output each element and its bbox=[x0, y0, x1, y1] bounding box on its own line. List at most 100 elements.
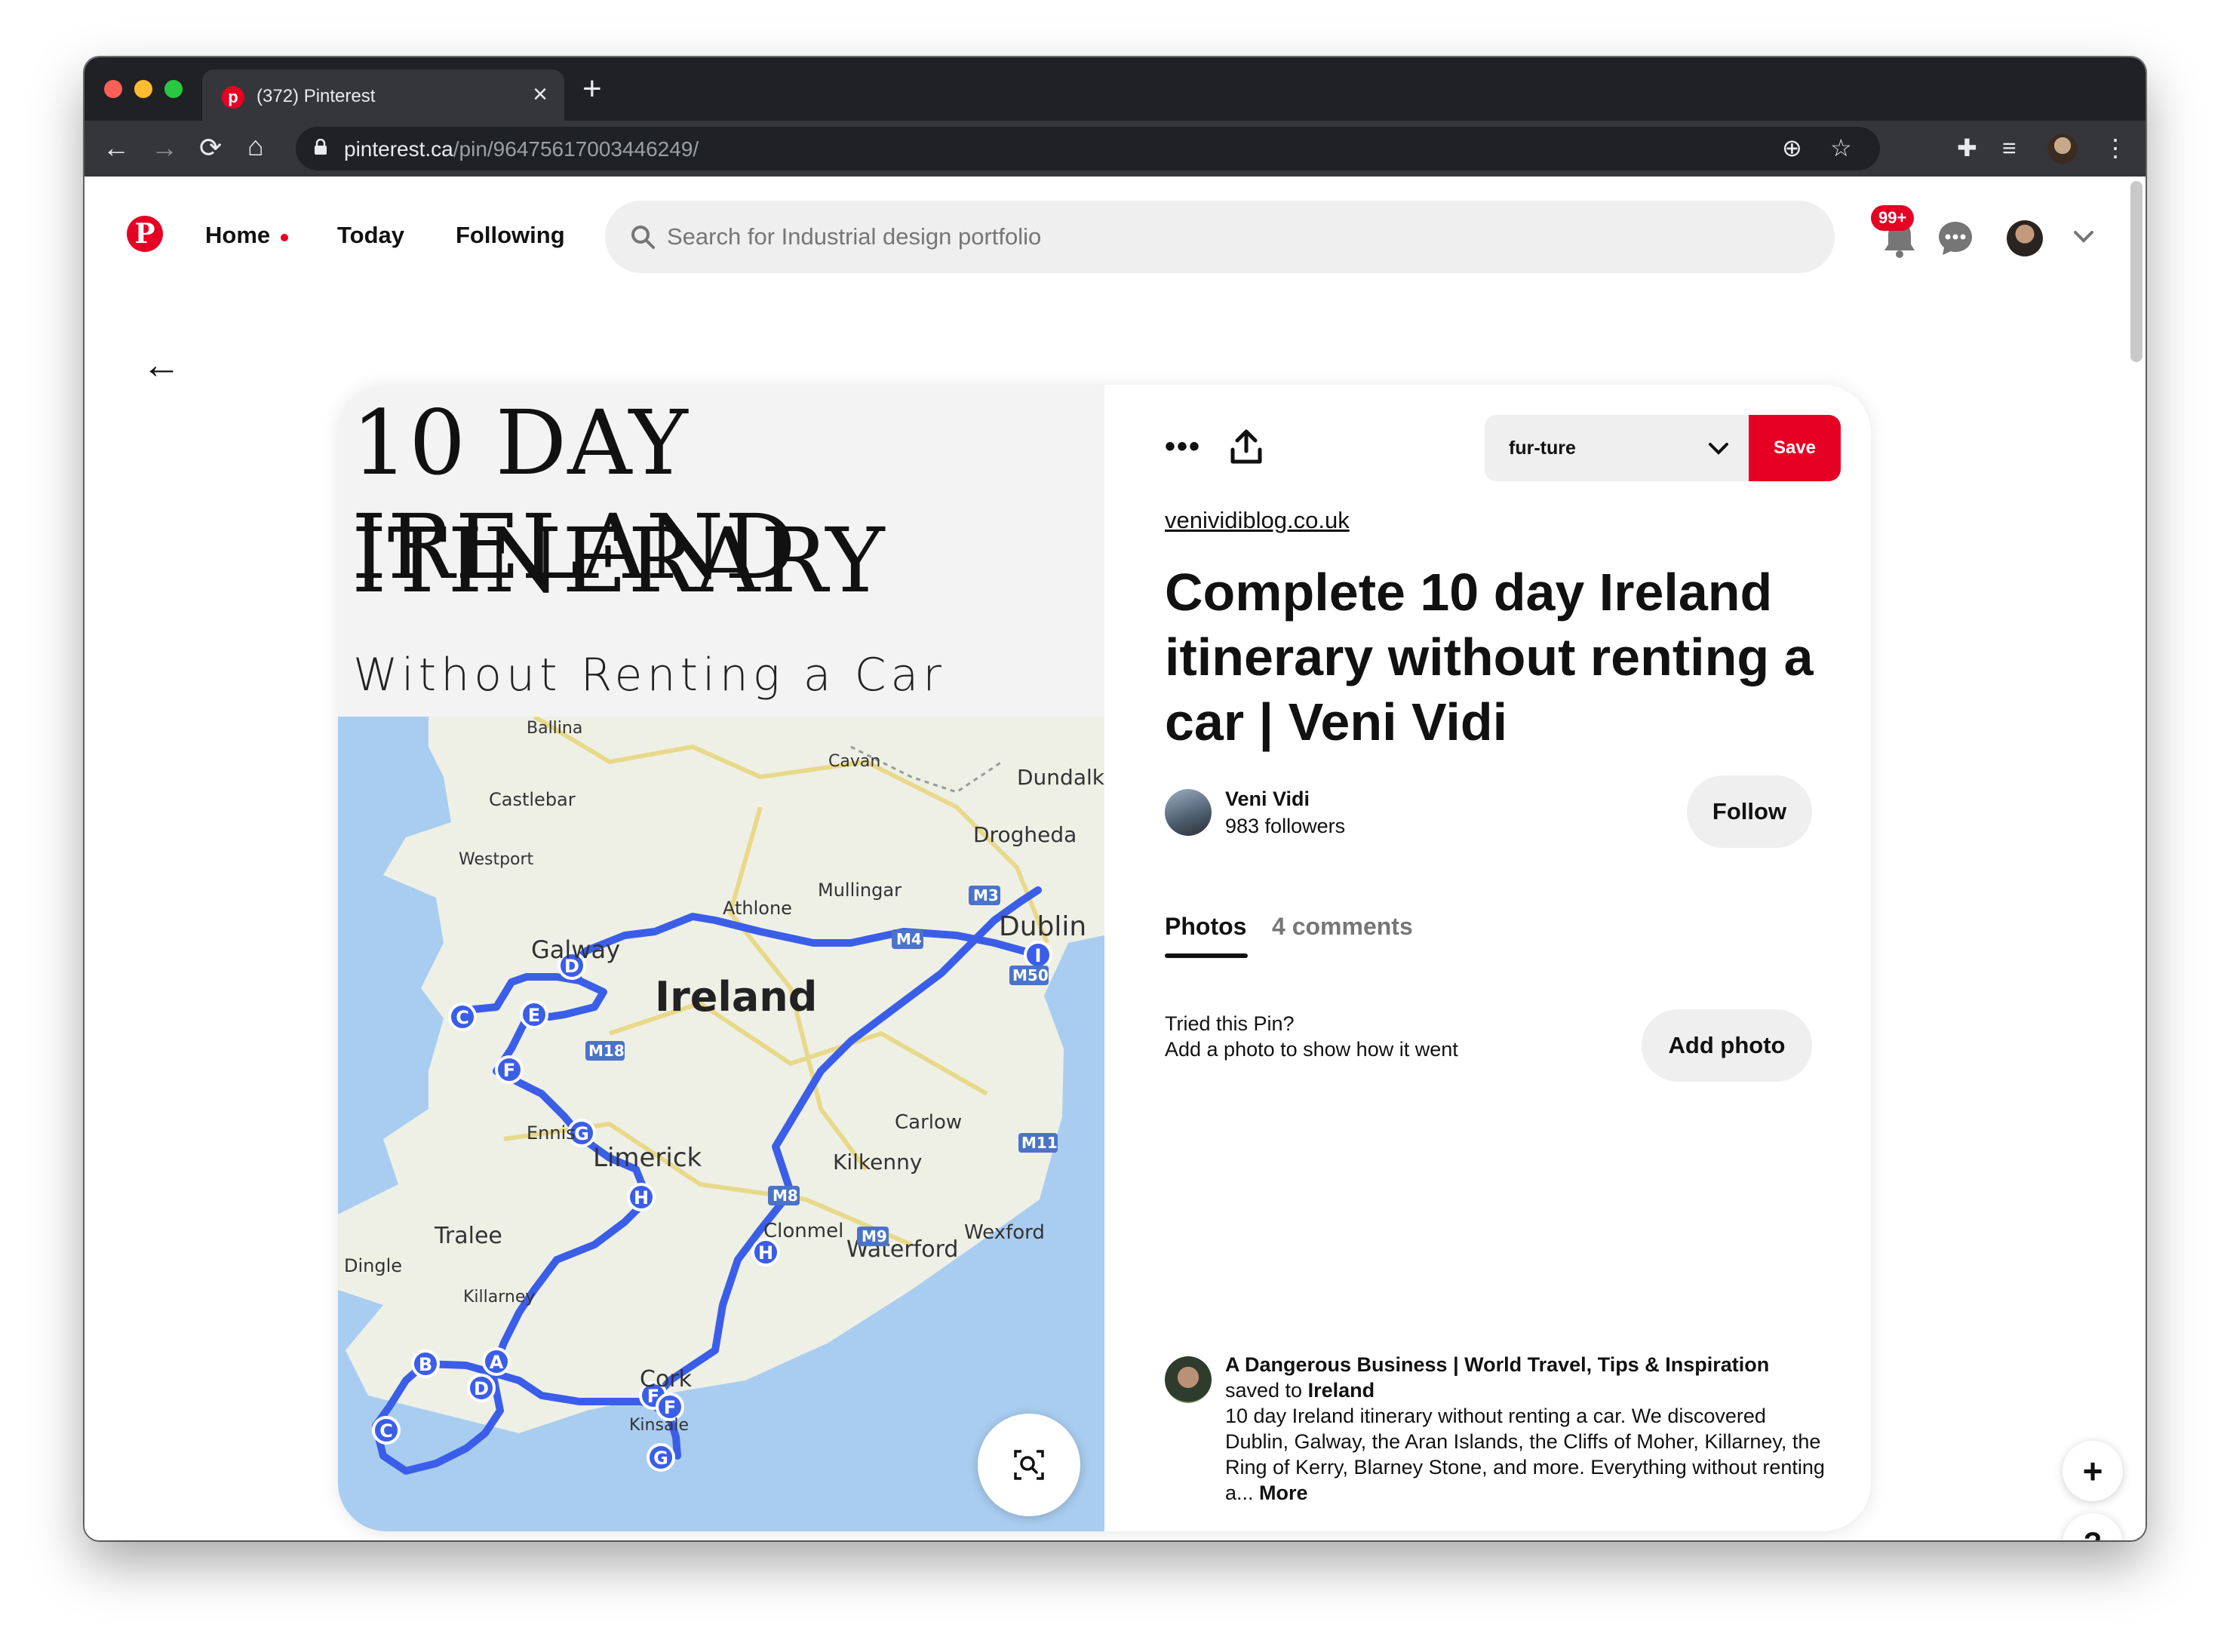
creator-name[interactable]: Veni Vidi bbox=[1225, 788, 1310, 811]
board-name: fur-ture bbox=[1509, 438, 1576, 459]
saver-activity: A Dangerous Business | World Travel, Tip… bbox=[1225, 1352, 1829, 1506]
close-window-button[interactable] bbox=[104, 80, 122, 98]
svg-text:Cork: Cork bbox=[640, 1366, 693, 1393]
creator-avatar[interactable] bbox=[1165, 789, 1212, 836]
browser-menu-icon[interactable]: ⋮ bbox=[2103, 134, 2127, 161]
nav-following[interactable]: Following bbox=[456, 222, 565, 249]
pinterest-logo-icon[interactable]: P bbox=[127, 216, 163, 252]
tab-comments[interactable]: 4 comments bbox=[1272, 913, 1413, 941]
reload-icon[interactable]: ⟳ bbox=[199, 134, 222, 161]
chevron-down-icon bbox=[1709, 443, 1728, 455]
more-options-icon[interactable]: ••• bbox=[1165, 430, 1201, 464]
install-app-icon[interactable]: ⊕ bbox=[1782, 134, 1802, 161]
image-title-line2: ITINERARY bbox=[352, 508, 886, 613]
svg-text:Athlone: Athlone bbox=[723, 898, 792, 919]
saved-board-link[interactable]: Ireland bbox=[1308, 1379, 1375, 1402]
tried-prompt: Tried this Pin? Add a photo to show how … bbox=[1165, 1011, 1458, 1062]
messages-icon[interactable] bbox=[1936, 219, 1975, 258]
svg-text:Cavan: Cavan bbox=[828, 752, 880, 771]
svg-text:M8: M8 bbox=[773, 1187, 798, 1205]
browser-toolbar: ← → ⟳ ⌂ pinterest.ca/pin/964756170034462… bbox=[84, 121, 2146, 177]
lock-icon bbox=[315, 139, 327, 155]
follow-button[interactable]: Follow bbox=[1687, 775, 1812, 848]
save-button[interactable]: Save bbox=[1749, 415, 1841, 481]
search-input[interactable]: Search for Industrial design portfolio bbox=[605, 201, 1835, 273]
search-placeholder: Search for Industrial design portfolio bbox=[667, 223, 1042, 250]
svg-text:F: F bbox=[503, 1060, 515, 1081]
minimize-window-button[interactable] bbox=[134, 80, 152, 98]
share-icon[interactable] bbox=[1230, 428, 1263, 465]
svg-text:Tralee: Tralee bbox=[434, 1223, 502, 1249]
svg-text:Ireland: Ireland bbox=[655, 973, 817, 1021]
svg-text:Castlebar: Castlebar bbox=[489, 789, 576, 810]
svg-text:Clonmel: Clonmel bbox=[763, 1220, 843, 1242]
notifications-badge: 99+ bbox=[1871, 205, 1915, 231]
svg-text:H: H bbox=[634, 1187, 649, 1208]
svg-text:Killarney: Killarney bbox=[463, 1288, 535, 1307]
nav-home[interactable]: Home bbox=[205, 222, 270, 249]
zoom-window-button[interactable] bbox=[164, 80, 183, 98]
svg-text:Wexford: Wexford bbox=[964, 1221, 1045, 1244]
more-link[interactable]: More bbox=[1259, 1482, 1308, 1504]
browser-tab[interactable]: p (372) Pinterest × bbox=[202, 69, 564, 121]
new-tab-button[interactable]: + bbox=[582, 72, 602, 106]
media-control-icon[interactable]: ≡ bbox=[2002, 134, 2017, 161]
visual-search-button[interactable] bbox=[978, 1414, 1080, 1516]
search-icon bbox=[631, 226, 655, 249]
svg-text:M3: M3 bbox=[973, 886, 999, 904]
help-button[interactable]: ? bbox=[2063, 1513, 2123, 1540]
url-text: pinterest.ca/pin/964756170034462​49/ bbox=[344, 137, 699, 161]
tab-photos[interactable]: Photos bbox=[1165, 913, 1246, 941]
add-photo-button[interactable]: Add photo bbox=[1642, 1009, 1812, 1082]
svg-text:G: G bbox=[653, 1448, 668, 1469]
forward-icon[interactable]: → bbox=[151, 134, 178, 161]
svg-text:Carlow: Carlow bbox=[895, 1111, 962, 1134]
saver-description: 10 day Ireland itinerary without renting… bbox=[1225, 1405, 1825, 1504]
saver-avatar[interactable] bbox=[1165, 1356, 1212, 1403]
back-icon[interactable]: ← bbox=[103, 134, 130, 161]
browser-titlebar: p (372) Pinterest × + bbox=[84, 57, 2146, 121]
pinterest-page: P Home Today Following Search for Indust… bbox=[84, 177, 2146, 1540]
svg-text:Ballina: Ballina bbox=[527, 719, 582, 738]
tab-active-indicator bbox=[1165, 953, 1248, 958]
source-link[interactable]: venividiblog.co.uk bbox=[1165, 507, 1350, 534]
svg-text:Limerick: Limerick bbox=[593, 1143, 702, 1173]
tried-title: Tried this Pin? bbox=[1165, 1012, 1295, 1035]
svg-text:Kinsale: Kinsale bbox=[629, 1416, 689, 1435]
saved-to-line: saved to Ireland bbox=[1225, 1379, 1375, 1402]
svg-text:H: H bbox=[758, 1242, 773, 1264]
creator-followers: 983 followers bbox=[1225, 815, 1346, 837]
ireland-route-map: I D C E F G H H B A D C F F G Ballina Ca… bbox=[338, 717, 1104, 1531]
svg-text:M9: M9 bbox=[862, 1227, 887, 1245]
add-pin-button[interactable]: + bbox=[2063, 1441, 2123, 1501]
svg-text:Ennis: Ennis bbox=[527, 1122, 576, 1144]
tried-subtitle: Add a photo to show how it went bbox=[1165, 1038, 1458, 1061]
address-bar[interactable]: pinterest.ca/pin/964756170034462​49/ ⊕ ☆ bbox=[296, 127, 1880, 170]
saver-name[interactable]: A Dangerous Business | World Travel, Tip… bbox=[1225, 1352, 1829, 1377]
bookmark-star-icon[interactable]: ☆ bbox=[1830, 134, 1852, 161]
pinterest-favicon-icon: p bbox=[222, 86, 244, 109]
lens-search-icon bbox=[1014, 1450, 1044, 1480]
svg-text:Mullingar: Mullingar bbox=[818, 880, 902, 901]
svg-text:M18: M18 bbox=[588, 1042, 625, 1060]
nav-today[interactable]: Today bbox=[337, 222, 404, 249]
svg-text:F: F bbox=[664, 1397, 676, 1418]
svg-text:M4: M4 bbox=[896, 930, 922, 948]
browser-profile-avatar[interactable] bbox=[2047, 134, 2078, 164]
board-select[interactable]: fur-ture bbox=[1485, 415, 1749, 481]
svg-text:C: C bbox=[456, 1007, 469, 1028]
back-arrow-icon[interactable]: ← bbox=[142, 342, 181, 388]
home-unread-dot bbox=[281, 234, 288, 241]
user-avatar[interactable] bbox=[2007, 220, 2043, 256]
tab-close-icon[interactable]: × bbox=[533, 80, 548, 109]
chevron-down-icon[interactable] bbox=[2073, 229, 2094, 244]
home-icon[interactable]: ⌂ bbox=[247, 133, 264, 160]
image-subtitle: Without Renting a Car bbox=[353, 649, 946, 702]
svg-text:M50: M50 bbox=[1012, 966, 1049, 984]
extensions-icon[interactable]: ✚ bbox=[1957, 134, 1977, 161]
svg-text:B: B bbox=[419, 1354, 432, 1375]
svg-text:Dingle: Dingle bbox=[344, 1255, 402, 1276]
pin-image[interactable]: 10 DAY IRELAND ITINERARY Without Renting… bbox=[338, 385, 1104, 1531]
pin-details: ••• fur-ture Save venividiblog.co.uk Com… bbox=[1104, 385, 1871, 1531]
page-scrollbar[interactable] bbox=[2130, 181, 2142, 362]
